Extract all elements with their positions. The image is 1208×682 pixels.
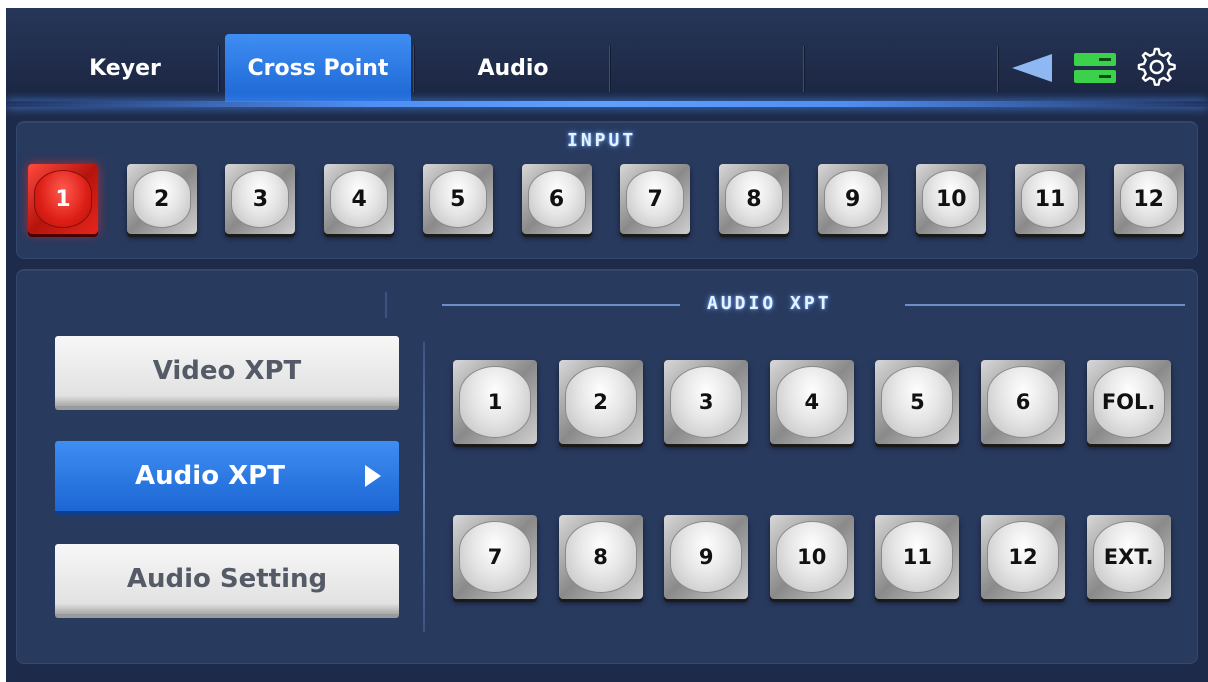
- audio-xpt-button-11[interactable]: 11: [875, 515, 960, 599]
- audio-xpt-button-label: 6: [987, 366, 1059, 438]
- video-xpt-button[interactable]: Video XPT: [55, 336, 399, 410]
- audio-xpt-title: AUDIO XPT: [707, 293, 832, 314]
- input-panel: INPUT 1 2 3 4 5 6 7 8 9 10 11 12: [16, 121, 1198, 259]
- audio-xpt-button-2[interactable]: 2: [558, 360, 643, 444]
- menu-separator: [423, 342, 425, 632]
- audio-xpt-button[interactable]: Audio XPT: [55, 441, 399, 515]
- input-button-label: 4: [330, 170, 389, 228]
- audio-xpt-button-label: 8: [564, 521, 637, 593]
- audio-xpt-button-label: EXT.: [1092, 521, 1165, 593]
- video-xpt-label: Video XPT: [152, 356, 302, 386]
- audio-xpt-button-10[interactable]: 10: [769, 515, 854, 599]
- audio-xpt-button-label: 10: [775, 521, 848, 593]
- audio-setting-label: Audio Setting: [126, 564, 328, 594]
- audio-xpt-button-label: 11: [881, 521, 954, 593]
- input-button-label: 8: [724, 170, 783, 228]
- tab-cross-point[interactable]: Cross Point: [225, 34, 411, 102]
- audio-setting-button[interactable]: Audio Setting: [55, 544, 399, 618]
- audio-xpt-button-12[interactable]: 12: [981, 515, 1065, 599]
- input-button-label: 10: [922, 170, 981, 228]
- input-button-3[interactable]: 3: [225, 164, 296, 234]
- audio-xpt-button-label: 4: [775, 366, 848, 438]
- input-button-6[interactable]: 6: [521, 164, 592, 234]
- title-rule-left: [442, 304, 680, 306]
- audio-xpt-panel: AUDIO XPT Video XPT Audio XPT Audio Sett…: [16, 269, 1198, 664]
- input-button-label: 12: [1119, 170, 1178, 228]
- audio-xpt-button-label: 1: [459, 366, 531, 438]
- audio-xpt-button-label: 7: [459, 521, 531, 593]
- tab-divider: [413, 46, 415, 92]
- input-button-12[interactable]: 12: [1113, 164, 1184, 234]
- input-title: INPUT: [567, 130, 637, 151]
- audio-xpt-button-fol[interactable]: FOL.: [1086, 360, 1171, 444]
- server-status-icon[interactable]: [1073, 52, 1117, 84]
- input-button-10[interactable]: 10: [916, 164, 987, 234]
- audio-xpt-label: Audio XPT: [135, 461, 285, 491]
- play-arrow-icon: [365, 465, 381, 487]
- input-button-label: 9: [823, 170, 882, 228]
- tab-divider: [218, 46, 220, 92]
- input-button-label: 3: [231, 170, 290, 228]
- input-button-8[interactable]: 8: [718, 164, 789, 234]
- audio-xpt-button-label: 9: [670, 521, 743, 593]
- audio-xpt-button-1[interactable]: 1: [453, 360, 537, 444]
- audio-xpt-button-5[interactable]: 5: [875, 360, 960, 444]
- tab-bar: Keyer Cross Point Audio: [6, 8, 1208, 107]
- audio-xpt-button-label: 12: [987, 521, 1059, 593]
- tab-divider: [997, 46, 999, 92]
- input-button-label: 11: [1021, 170, 1079, 228]
- audio-xpt-button-8[interactable]: 8: [558, 515, 643, 599]
- audio-xpt-button-label: 5: [881, 366, 954, 438]
- input-button-7[interactable]: 7: [620, 164, 691, 234]
- audio-xpt-button-6[interactable]: 6: [981, 360, 1065, 444]
- audio-xpt-button-label: FOL.: [1092, 366, 1165, 438]
- input-button-label: 1: [34, 170, 92, 228]
- audio-xpt-button-3[interactable]: 3: [664, 360, 749, 444]
- input-button-9[interactable]: 9: [817, 164, 888, 234]
- input-button-label: 7: [626, 170, 685, 228]
- audio-xpt-button-9[interactable]: 9: [664, 515, 749, 599]
- tab-keyer[interactable]: Keyer: [32, 34, 218, 102]
- tab-bar-glow: [6, 101, 1208, 107]
- input-button-5[interactable]: 5: [422, 164, 493, 234]
- input-button-label: 6: [527, 170, 586, 228]
- input-button-11[interactable]: 11: [1015, 164, 1085, 234]
- tab-audio[interactable]: Audio: [420, 34, 606, 102]
- tab-divider: [803, 46, 805, 92]
- audio-xpt-button-label: 3: [670, 366, 743, 438]
- audio-xpt-button-7[interactable]: 7: [453, 515, 537, 599]
- app-window: Keyer Cross Point Audio INPUT 1 2 3 4 5 …: [6, 8, 1208, 682]
- input-button-4[interactable]: 4: [324, 164, 395, 234]
- audio-xpt-button-4[interactable]: 4: [769, 360, 854, 444]
- input-button-label: 2: [132, 170, 191, 228]
- title-rule-right: [905, 304, 1185, 306]
- gear-icon[interactable]: [1134, 46, 1176, 88]
- menu-separator: [385, 292, 387, 318]
- audio-xpt-button-ext[interactable]: EXT.: [1086, 515, 1171, 599]
- tab-divider: [609, 46, 611, 92]
- input-button-2[interactable]: 2: [126, 164, 197, 234]
- input-button-label: 5: [428, 170, 487, 228]
- back-arrow-icon[interactable]: [1010, 52, 1054, 84]
- audio-xpt-button-label: 2: [564, 366, 637, 438]
- input-button-1[interactable]: 1: [28, 164, 98, 234]
